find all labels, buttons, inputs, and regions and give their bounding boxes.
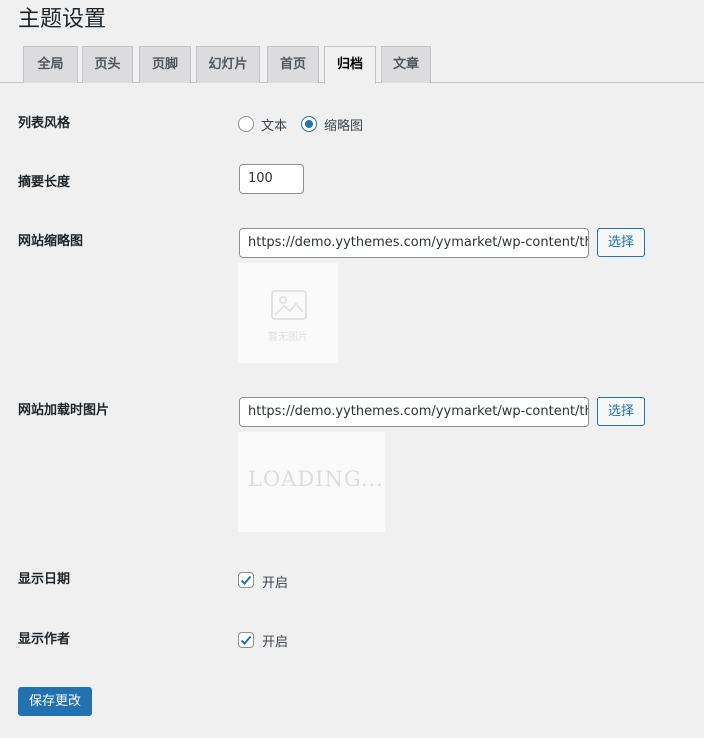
loading-image-url-input[interactable]: https://demo.yythemes.com/yymarket/wp-co…	[239, 397, 589, 427]
site-thumbnail-url-input[interactable]: https://demo.yythemes.com/yymarket/wp-co…	[239, 228, 589, 258]
tab-footer[interactable]: 页脚	[139, 46, 191, 83]
checkmark-icon	[240, 575, 252, 585]
show-date-option: 开启	[262, 576, 289, 591]
tab-slider[interactable]: 幻灯片	[196, 46, 260, 83]
tab-bar: 全局 页头 页脚 幻灯片 首页 归档 文章	[0, 46, 704, 84]
loading-image-select-button[interactable]: 选择	[597, 397, 645, 426]
show-date-label: 显示日期	[18, 572, 71, 587]
tab-article[interactable]: 文章	[381, 46, 431, 83]
site-thumbnail-preview: 暂无图片	[238, 263, 338, 363]
checkmark-icon	[240, 635, 252, 645]
show-date-checkbox[interactable]	[238, 572, 254, 588]
tab-global[interactable]: 全局	[23, 46, 78, 83]
list-style-label: 列表风格	[18, 116, 71, 131]
tab-home[interactable]: 首页	[267, 46, 319, 83]
excerpt-length-label: 摘要长度	[18, 175, 71, 190]
loading-preview-text: LOADING...	[248, 467, 384, 491]
show-author-option: 开启	[262, 635, 289, 650]
page-title: 主题设置	[18, 7, 107, 32]
radio-thumbnail-label: 缩略图	[324, 118, 364, 134]
radio-text[interactable]	[238, 116, 254, 132]
excerpt-length-input[interactable]: 100	[239, 164, 304, 194]
no-image-text: 暂无图片	[268, 332, 308, 343]
loading-image-label: 网站加载时图片	[18, 403, 110, 418]
site-thumbnail-select-button[interactable]: 选择	[597, 228, 645, 257]
site-thumbnail-label: 网站缩略图	[18, 234, 84, 249]
image-placeholder-icon	[271, 290, 307, 320]
tab-archive[interactable]: 归档	[324, 46, 376, 84]
radio-thumbnail[interactable]	[301, 116, 318, 132]
loading-image-preview: LOADING...	[238, 432, 385, 532]
list-style-options: 文本 缩略图	[238, 114, 377, 134]
show-author-checkbox[interactable]	[238, 632, 254, 648]
tab-header[interactable]: 页头	[82, 46, 133, 83]
radio-text-label: 文本	[261, 118, 288, 134]
show-author-label: 显示作者	[18, 632, 71, 647]
save-button[interactable]: 保存更改	[18, 687, 92, 716]
